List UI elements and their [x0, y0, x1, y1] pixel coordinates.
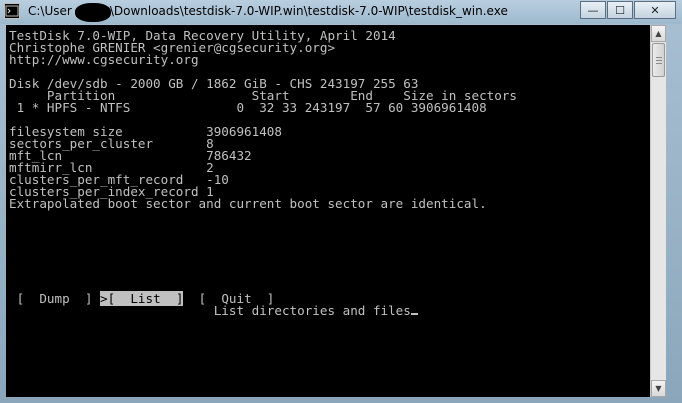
- grip-icon: [656, 57, 662, 58]
- console-window: C:\User \Downloads\testdisk-7.0-WIP.win\t…: [0, 0, 682, 403]
- console-area[interactable]: TestDisk 7.0-WIP, Data Recovery Utility,…: [6, 25, 650, 397]
- window-title-prefix: C:\User: [28, 4, 72, 18]
- title-bar[interactable]: C:\User \Downloads\testdisk-7.0-WIP.win\t…: [0, 0, 682, 24]
- header-line: http://www.cgsecurity.org: [9, 52, 199, 67]
- scroll-down-arrow-icon[interactable]: ▼: [651, 380, 666, 397]
- scrollbar-thumb[interactable]: [652, 43, 665, 77]
- status-message: Extrapolated boot sector and current boo…: [9, 196, 487, 211]
- scroll-up-arrow-icon[interactable]: ▲: [651, 25, 666, 42]
- redaction-mark: [75, 3, 111, 22]
- minimize-button[interactable]: —: [580, 1, 606, 19]
- window-controls: — ☐ ✕: [579, 1, 676, 19]
- hint-line: List directories and files: [9, 303, 418, 318]
- close-button[interactable]: ✕: [634, 1, 676, 19]
- window-title-suffix: \Downloads\testdisk-7.0-WIP.win\testdisk…: [109, 4, 508, 18]
- text-cursor: [410, 313, 418, 315]
- maximize-button[interactable]: ☐: [607, 1, 633, 19]
- grip-icon: [656, 60, 662, 61]
- console-app-icon[interactable]: [4, 3, 20, 19]
- grip-icon: [656, 63, 662, 64]
- partition-row[interactable]: 1 * HPFS - NTFS 0 32 33 243197 57 60 390…: [9, 101, 487, 114]
- menu-hint: List directories and files: [9, 303, 411, 318]
- vertical-scrollbar[interactable]: ▲ ▼: [650, 25, 666, 397]
